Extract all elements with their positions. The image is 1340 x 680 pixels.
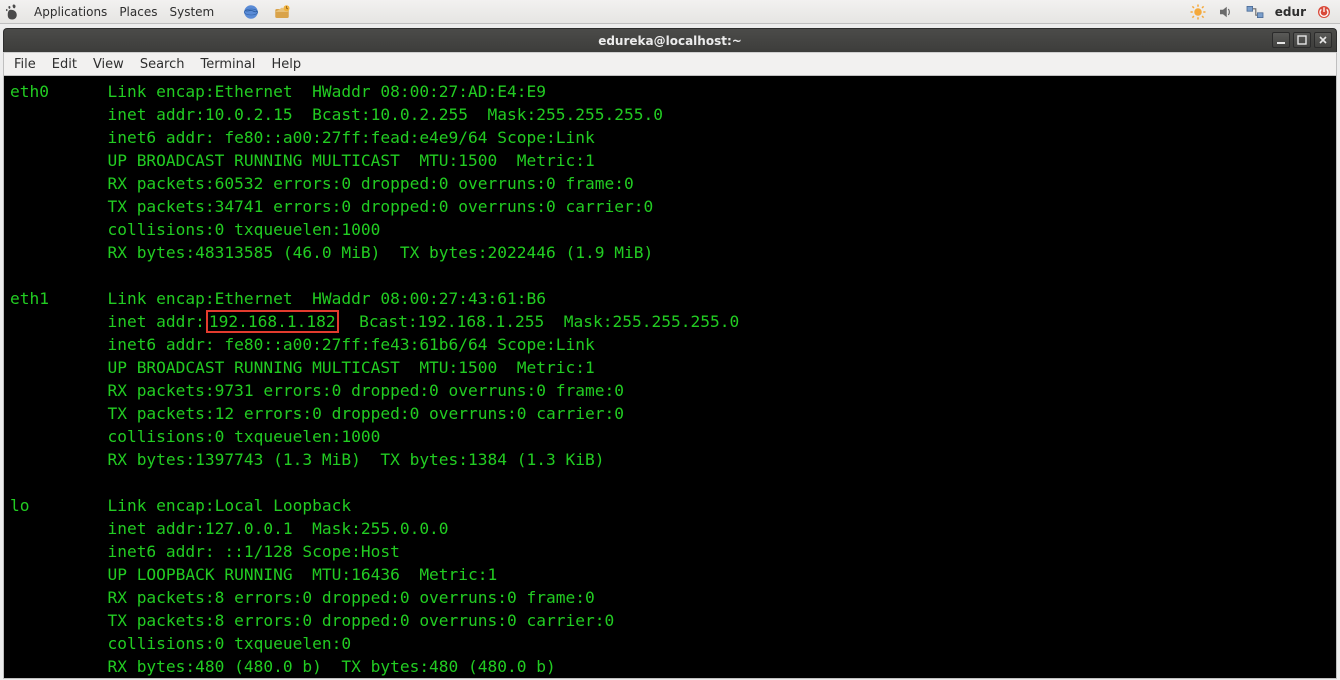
terminal-line: TX packets:34741 errors:0 dropped:0 over…	[107, 197, 653, 216]
terminal-line: RX packets:9731 errors:0 dropped:0 overr…	[107, 381, 624, 400]
highlighted-ip: 192.168.1.182	[206, 310, 339, 333]
terminal-line: TX packets:8 errors:0 dropped:0 overruns…	[107, 611, 614, 630]
panel-menu-system[interactable]: System	[169, 5, 214, 19]
updates-icon[interactable]	[272, 3, 292, 21]
globe-icon[interactable]	[242, 3, 260, 21]
terminal-output[interactable]: eth0Link encap:Ethernet HWaddr 08:00:27:…	[3, 76, 1337, 679]
volume-icon[interactable]	[1217, 3, 1235, 21]
terminal-line: Link encap:Ethernet HWaddr 08:00:27:AD:E…	[107, 82, 546, 101]
window-title: edureka@localhost:~	[598, 34, 742, 48]
terminal-line: collisions:0 txqueuelen:1000	[107, 427, 380, 446]
terminal-line: RX packets:8 errors:0 dropped:0 overruns…	[107, 588, 594, 607]
weather-icon[interactable]	[1189, 3, 1207, 21]
network-icon[interactable]	[1245, 4, 1265, 20]
window-close-button[interactable]	[1314, 32, 1332, 48]
terminal-line: inet6 addr: fe80::a00:27ff:fe43:61b6/64 …	[107, 335, 594, 354]
terminal-line: RX bytes:480 (480.0 b) TX bytes:480 (480…	[107, 657, 555, 676]
terminal-line: inet addr:192.168.1.182 Bcast:192.168.1.…	[107, 312, 739, 331]
window-minimize-button[interactable]	[1272, 32, 1290, 48]
terminal-line: RX packets:60532 errors:0 dropped:0 over…	[107, 174, 633, 193]
terminal-menubar: File Edit View Search Terminal Help	[3, 52, 1337, 76]
window-maximize-button[interactable]	[1293, 32, 1311, 48]
terminal-line: UP BROADCAST RUNNING MULTICAST MTU:1500 …	[107, 358, 594, 377]
menu-terminal[interactable]: Terminal	[200, 57, 255, 72]
shutdown-icon[interactable]	[1316, 4, 1332, 20]
terminal-line: RX bytes:1397743 (1.3 MiB) TX bytes:1384…	[107, 450, 604, 469]
user-label[interactable]: edur	[1275, 5, 1306, 19]
iface-name: eth1	[10, 287, 107, 310]
terminal-line: inet6 addr: ::1/128 Scope:Host	[107, 542, 399, 561]
gnome-top-panel: Applications Places System edur	[0, 0, 1340, 24]
menu-file[interactable]: File	[14, 57, 36, 72]
terminal-line: inet addr:10.0.2.15 Bcast:10.0.2.255 Mas…	[107, 105, 663, 124]
terminal-window: edureka@localhost:~ File Edit View Searc…	[3, 28, 1337, 679]
window-titlebar[interactable]: edureka@localhost:~	[3, 28, 1337, 52]
terminal-line: inet addr:127.0.0.1 Mask:255.0.0.0	[107, 519, 448, 538]
gnome-foot-icon	[4, 3, 22, 21]
iface-name: lo	[10, 494, 107, 517]
terminal-line: UP BROADCAST RUNNING MULTICAST MTU:1500 …	[107, 151, 594, 170]
terminal-line: Link encap:Ethernet HWaddr 08:00:27:43:6…	[107, 289, 546, 308]
panel-menu-applications[interactable]: Applications	[34, 5, 107, 19]
terminal-line: inet6 addr: fe80::a00:27ff:fead:e4e9/64 …	[107, 128, 594, 147]
terminal-line: collisions:0 txqueuelen:0	[107, 634, 351, 653]
menu-edit[interactable]: Edit	[52, 57, 77, 72]
terminal-line: Link encap:Local Loopback	[107, 496, 351, 515]
terminal-line: collisions:0 txqueuelen:1000	[107, 220, 380, 239]
menu-help[interactable]: Help	[271, 57, 301, 72]
terminal-line: UP LOOPBACK RUNNING MTU:16436 Metric:1	[107, 565, 497, 584]
terminal-line: RX bytes:48313585 (46.0 MiB) TX bytes:20…	[107, 243, 653, 262]
menu-search[interactable]: Search	[140, 57, 185, 72]
panel-menu-places[interactable]: Places	[119, 5, 157, 19]
menu-view[interactable]: View	[93, 57, 124, 72]
terminal-line: TX packets:12 errors:0 dropped:0 overrun…	[107, 404, 624, 423]
iface-name: eth0	[10, 80, 107, 103]
